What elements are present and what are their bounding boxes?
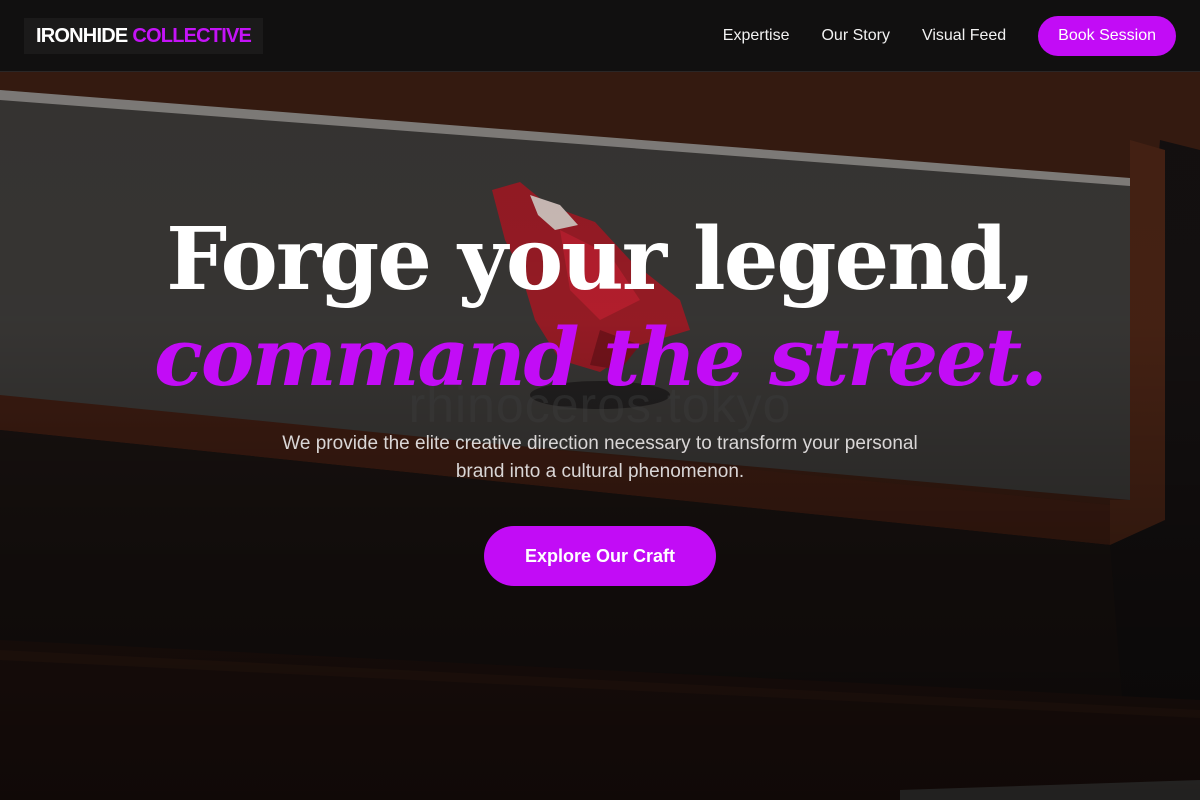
brand-name-accent: COLLECTIVE <box>132 24 252 47</box>
main-nav: Expertise Our Story Visual Feed Book Ses… <box>723 16 1176 56</box>
hero-heading: Forge your legend, command the street. <box>0 209 1200 405</box>
hero-subtext: We provide the elite creative direction … <box>282 433 918 482</box>
book-session-button[interactable]: Book Session <box>1038 16 1176 56</box>
landing-page: IRONHIDE COLLECTIVE Expertise Our Story … <box>0 0 1200 800</box>
brand-name-primary: IRONHIDE <box>36 24 128 47</box>
nav-link-our-story[interactable]: Our Story <box>821 27 889 45</box>
nav-link-expertise[interactable]: Expertise <box>723 27 790 45</box>
hero-headline-line1: Forge your legend, <box>166 209 1036 310</box>
explore-craft-button[interactable]: Explore Our Craft <box>484 526 716 586</box>
site-header: IRONHIDE COLLECTIVE Expertise Our Story … <box>0 0 1200 72</box>
hero-headline-line2: command the street. <box>154 310 1048 404</box>
brand-logo[interactable]: IRONHIDE COLLECTIVE <box>24 18 264 54</box>
nav-link-visual-feed[interactable]: Visual Feed <box>922 27 1006 45</box>
